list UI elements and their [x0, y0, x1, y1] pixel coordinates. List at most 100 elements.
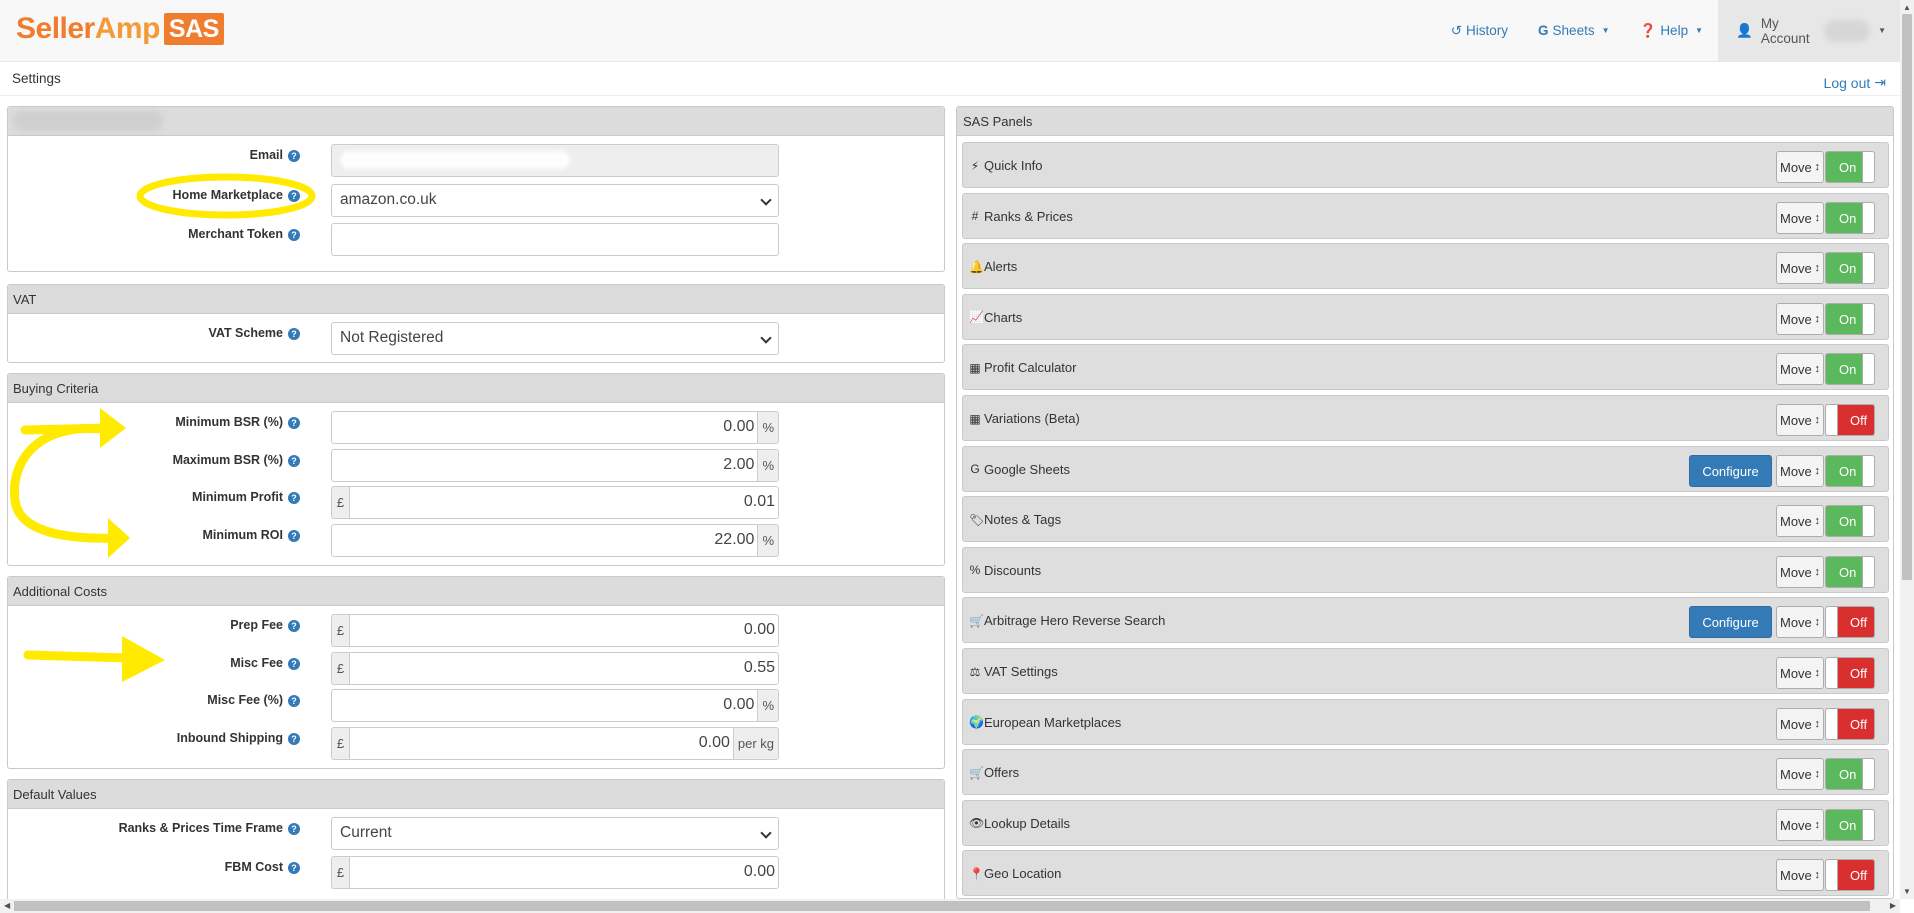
toggle-switch[interactable]: On: [1825, 555, 1875, 588]
toggle-switch[interactable]: Off: [1825, 859, 1875, 892]
move-button[interactable]: Move ↕: [1776, 454, 1824, 487]
scroll-right-icon[interactable]: ▶: [1890, 901, 1896, 910]
help-icon[interactable]: ?: [288, 328, 300, 340]
min-roi-input[interactable]: 22.00: [331, 524, 759, 557]
horizontal-scroll-thumb[interactable]: [14, 901, 1870, 911]
user-icon: 👤: [1736, 22, 1753, 38]
move-button[interactable]: Move ↕: [1776, 353, 1824, 386]
min-bsr-input[interactable]: 0.00: [331, 411, 759, 444]
move-button[interactable]: Move ↕: [1776, 657, 1824, 689]
move-button[interactable]: Move ↕: [1776, 505, 1824, 538]
scroll-down-icon[interactable]: ▼: [1903, 887, 1911, 896]
prep-fee-input[interactable]: 0.00: [349, 614, 779, 647]
sas-panel-row: ▦ Variations (Beta) Move ↕ Off: [962, 395, 1889, 441]
inbound-shipping-input[interactable]: 0.00: [349, 727, 734, 760]
arrows-vertical-icon: ↕: [1814, 414, 1821, 426]
google-icon: G: [970, 462, 980, 477]
move-button[interactable]: Move ↕: [1776, 555, 1824, 588]
help-icon[interactable]: ?: [288, 190, 300, 202]
nav-my-account[interactable]: 👤 My Account ▼: [1718, 0, 1900, 61]
toggle-knob: [1862, 759, 1874, 790]
toggle-switch[interactable]: On: [1825, 454, 1875, 487]
arrows-vertical-icon: ↕: [1814, 262, 1821, 275]
move-button[interactable]: Move ↕: [1776, 302, 1824, 335]
email-label: Email: [249, 148, 283, 162]
vat-scheme-select[interactable]: Not Registered: [331, 322, 779, 355]
nav-sheets[interactable]: G Sheets ▼: [1538, 23, 1609, 38]
line-chart-icon: 📈: [969, 310, 984, 325]
toggle-switch[interactable]: Off: [1825, 606, 1875, 639]
move-button[interactable]: Move ↕: [1776, 606, 1824, 639]
sas-panel-name: Ranks & Prices: [984, 208, 1073, 224]
question-circle-icon: ❓: [1639, 22, 1657, 38]
toggle-switch[interactable]: Off: [1825, 657, 1875, 689]
sas-panel-row: 📍 Geo Location Move ↕ Off: [962, 850, 1889, 897]
page-title: Settings: [12, 71, 61, 86]
scroll-left-icon[interactable]: ◀: [4, 901, 10, 910]
help-icon[interactable]: ?: [288, 455, 300, 467]
move-button[interactable]: Move ↕: [1776, 859, 1824, 892]
move-button[interactable]: Move ↕: [1776, 252, 1824, 285]
help-icon[interactable]: ?: [288, 492, 300, 504]
max-bsr-input[interactable]: 2.00: [331, 449, 759, 482]
move-button[interactable]: Move ↕: [1776, 151, 1824, 183]
sas-panels: SAS Panels ⚡ Quick Info Move ↕ On # Ranks & Pr…: [956, 106, 1894, 899]
arrows-vertical-icon: ↕: [1814, 211, 1821, 224]
brand-logo[interactable]: Seller Amp SAS: [16, 12, 224, 46]
misc-fee-percent-row: Misc Fee (%) ? 0.00%: [8, 684, 944, 722]
horizontal-scrollbar[interactable]: ◀ ▶: [0, 899, 1900, 913]
map-marker-icon: 📍: [969, 866, 984, 881]
help-icon[interactable]: ?: [288, 695, 300, 707]
toggle-switch[interactable]: On: [1825, 808, 1875, 841]
help-icon[interactable]: ?: [288, 150, 300, 162]
sas-panel-row: # Ranks & Prices Move ↕ On: [962, 192, 1889, 239]
toggle-switch[interactable]: On: [1825, 758, 1875, 791]
grid-icon: ▦: [969, 411, 981, 426]
arrows-vertical-icon: ↕: [1814, 667, 1821, 679]
logout-link[interactable]: Log out ⇥: [1824, 74, 1886, 91]
help-icon[interactable]: ?: [288, 658, 300, 670]
configure-button[interactable]: Configure: [1689, 454, 1772, 487]
marketplace-select[interactable]: amazon.co.uk: [331, 184, 779, 217]
sas-panel-name: Quick Info: [984, 158, 1043, 173]
help-icon[interactable]: ?: [288, 530, 300, 542]
merchant-token-input[interactable]: [331, 223, 779, 256]
move-button[interactable]: Move ↕: [1776, 201, 1824, 234]
arrows-vertical-icon: ↕: [1814, 161, 1821, 173]
min-profit-input[interactable]: 0.01: [349, 486, 779, 519]
scroll-up-icon[interactable]: ▲: [1903, 3, 1911, 12]
timeframe-select[interactable]: Current: [331, 817, 779, 850]
misc-fee-percent-input[interactable]: 0.00: [331, 689, 759, 722]
nav-history[interactable]: ↺ History: [1451, 23, 1508, 39]
toggle-knob: [1826, 708, 1838, 739]
help-icon[interactable]: ?: [288, 417, 300, 429]
vertical-scrollbar[interactable]: ▲ ▼: [1900, 0, 1914, 899]
toggle-switch[interactable]: On: [1825, 151, 1875, 183]
email-field[interactable]: [331, 144, 779, 177]
help-icon[interactable]: ?: [288, 823, 300, 835]
move-button[interactable]: Move ↕: [1776, 808, 1824, 841]
move-button[interactable]: Move ↕: [1776, 707, 1824, 740]
help-icon[interactable]: ?: [288, 862, 300, 874]
toggle-switch[interactable]: Off: [1825, 707, 1875, 740]
help-icon[interactable]: ?: [288, 229, 300, 241]
fbm-cost-input[interactable]: 0.00: [349, 856, 779, 889]
toggle-switch[interactable]: Off: [1825, 404, 1875, 436]
move-button[interactable]: Move ↕: [1776, 404, 1824, 436]
sas-panel-name: Arbitrage Hero Reverse Search: [984, 613, 1166, 629]
help-icon[interactable]: ?: [288, 733, 300, 745]
toggle-switch[interactable]: On: [1825, 505, 1875, 538]
toggle-switch[interactable]: On: [1825, 302, 1875, 335]
vertical-scroll-thumb[interactable]: [1902, 14, 1912, 580]
app-root: Seller Amp SAS ↺ History G Sheets ▼ ❓ Help…: [0, 0, 1914, 913]
sas-panel-row: 📈 Charts Move ↕ On: [962, 293, 1889, 340]
help-icon[interactable]: ?: [288, 620, 300, 632]
configure-button[interactable]: Configure: [1689, 606, 1772, 639]
misc-fee-input[interactable]: 0.55: [349, 652, 779, 685]
toggle-switch[interactable]: On: [1825, 252, 1875, 285]
toggle-switch[interactable]: On: [1825, 353, 1875, 386]
toggle-switch[interactable]: On: [1825, 201, 1875, 234]
nav-links: ↺ History G Sheets ▼ ❓ Help ▼ 👤 My Accou…: [1436, 0, 1900, 61]
move-button[interactable]: Move ↕: [1776, 758, 1824, 791]
nav-help[interactable]: ❓ Help ▼: [1640, 23, 1704, 39]
